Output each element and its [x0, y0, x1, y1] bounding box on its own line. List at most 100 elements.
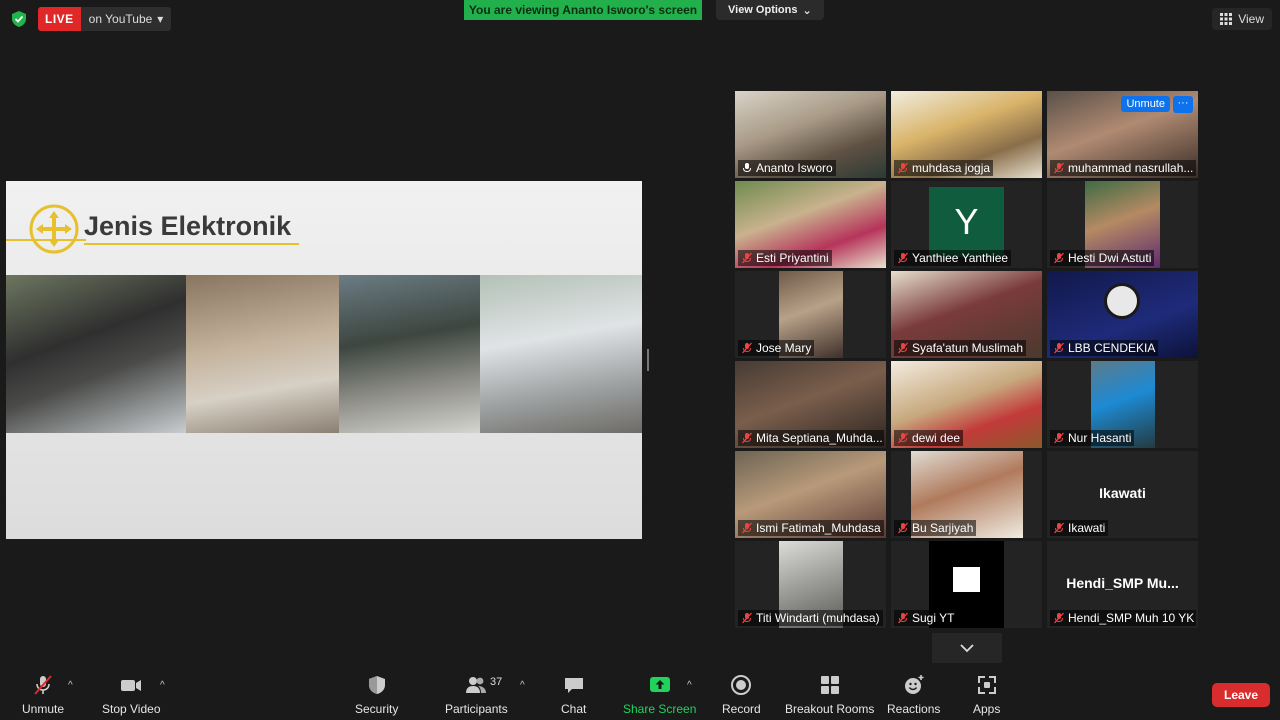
muted-mic-icon	[898, 342, 908, 354]
muted-mic-icon	[1054, 612, 1064, 624]
participant-name: Mita Septiana_Muhda...	[756, 431, 883, 445]
participant-avatar: Y	[929, 187, 1004, 257]
participant-name: LBB CENDEKIA	[1068, 341, 1156, 355]
participant-tile[interactable]: Esti Priyantini	[735, 181, 886, 268]
audio-options-caret[interactable]: ^	[68, 680, 73, 691]
stop-video-label: Stop Video	[102, 702, 161, 716]
participants-icon	[466, 677, 487, 693]
obs-logo-icon	[1104, 283, 1140, 319]
view-options-button[interactable]: View Options ⌄	[716, 0, 824, 20]
participant-name-bar: Yanthiee Yanthiee	[894, 250, 1012, 266]
breakout-rooms-icon	[820, 676, 839, 694]
slide-title: Jenis Elektronik	[84, 211, 292, 241]
participant-name-bar: Bu Sarjiyah	[894, 520, 977, 536]
photo-refrigerators	[480, 275, 642, 433]
apps-icon	[977, 676, 996, 694]
participant-name-bar: dewi dee	[894, 430, 964, 446]
leave-button[interactable]: Leave	[1212, 683, 1270, 707]
muted-mic-icon	[742, 432, 752, 444]
chat-label: Chat	[561, 702, 587, 716]
participant-tile[interactable]: Mita Septiana_Muhda...	[735, 361, 886, 448]
share-options-caret[interactable]: ^	[687, 680, 692, 691]
host-mic-icon	[743, 163, 751, 173]
participant-name: muhdasa jogja	[912, 161, 991, 175]
apps-button[interactable]: Apps	[973, 674, 1000, 716]
unmute-button[interactable]: Unmute	[22, 674, 64, 716]
participant-tile[interactable]: Bu Sarjiyah	[891, 451, 1042, 538]
participant-name-bar: Ismi Fatimah_Muhdasa	[738, 520, 884, 536]
chat-button[interactable]: Chat	[561, 674, 586, 716]
participant-tile[interactable]: Ismi Fatimah_Muhdasa	[735, 451, 886, 538]
participant-name: Ikawati	[1068, 521, 1106, 535]
security-shield-icon[interactable]	[10, 10, 28, 28]
video-placeholder-square	[953, 567, 980, 592]
shared-screen[interactable]: Jenis Elektronik	[6, 181, 642, 539]
participant-tile[interactable]: Hendi_SMP Mu... Hendi_SMP Muh 10 YK	[1047, 541, 1198, 628]
participant-more-button[interactable]: ···	[1173, 96, 1193, 113]
participant-name: Titi Windarti (muhdasa)	[756, 611, 880, 625]
participant-name: Sugi YT	[912, 611, 955, 625]
move-arrows-logo-icon	[29, 204, 79, 254]
breakout-rooms-label: Breakout Rooms	[785, 702, 875, 716]
participant-tile[interactable]: Nur Hasanti	[1047, 361, 1198, 448]
participant-tile[interactable]: Syafa'atun Muslimah	[891, 271, 1042, 358]
stop-video-button[interactable]: Stop Video	[102, 674, 161, 716]
live-indicator[interactable]: LIVE on YouTube ▾	[38, 7, 172, 31]
participant-tile[interactable]: dewi dee	[891, 361, 1042, 448]
participant-name-bar: Mita Septiana_Muhda...	[738, 430, 884, 446]
muted-mic-icon	[34, 675, 52, 695]
participant-tile[interactable]: Unmute ··· muhammad nasrullah...	[1047, 91, 1198, 178]
participant-tile[interactable]: Titi Windarti (muhdasa)	[735, 541, 886, 628]
top-bar: LIVE on YouTube ▾ You are viewing Ananto…	[0, 0, 1280, 40]
participants-label: Participants	[445, 702, 508, 716]
participant-name-bar: muhammad nasrullah...	[1050, 160, 1196, 176]
participant-tile[interactable]: muhdasa jogja	[891, 91, 1042, 178]
chevron-down-icon: ⌄	[802, 4, 812, 17]
participant-tile[interactable]: Sugi YT	[891, 541, 1042, 628]
view-button-label: View	[1238, 12, 1264, 26]
photo-standing-fans	[339, 275, 480, 433]
view-options-label: View Options	[728, 4, 798, 16]
record-button[interactable]: Record	[722, 674, 761, 716]
live-tag: LIVE	[38, 7, 81, 31]
live-target[interactable]: on YouTube ▾	[80, 7, 172, 31]
participants-count: 37	[490, 676, 503, 688]
participant-name: Yanthiee Yanthiee	[912, 251, 1009, 265]
breakout-rooms-button[interactable]: Breakout Rooms	[785, 674, 874, 716]
participants-options-caret[interactable]: ^	[520, 680, 525, 691]
muted-mic-icon	[898, 432, 908, 444]
video-options-caret[interactable]: ^	[160, 680, 165, 691]
participant-tile[interactable]: Ananto Isworo	[735, 91, 886, 178]
participant-tile[interactable]: Hesti Dwi Astuti	[1047, 181, 1198, 268]
participant-tile[interactable]: Jose Mary	[735, 271, 886, 358]
muted-mic-icon	[898, 162, 908, 174]
participant-name: muhammad nasrullah...	[1068, 161, 1194, 175]
participant-name: Esti Priyantini	[756, 251, 829, 265]
participant-display-name: Ikawati	[1099, 485, 1146, 501]
split-resize-handle[interactable]	[647, 349, 649, 371]
participant-name-bar: Ananto Isworo	[738, 160, 836, 176]
participant-unmute-button[interactable]: Unmute	[1121, 96, 1170, 112]
participant-name: Hendi_SMP Muh 10 YK	[1068, 611, 1195, 625]
viewing-screen-banner: You are viewing Ananto Isworo's screen	[464, 0, 702, 20]
reactions-label: Reactions	[887, 702, 941, 716]
participant-name: Bu Sarjiyah	[912, 521, 974, 535]
participant-tile[interactable]: Ikawati Ikawati	[1047, 451, 1198, 538]
photo-crt-tv	[6, 275, 186, 433]
participant-name: Nur Hasanti	[1068, 431, 1132, 445]
reactions-button[interactable]: Reactions	[887, 674, 940, 716]
view-button[interactable]: View	[1212, 8, 1272, 30]
participant-name-bar: muhdasa jogja	[894, 160, 994, 176]
muted-mic-icon	[1054, 342, 1064, 354]
participant-display-name: Hendi_SMP Mu...	[1066, 575, 1179, 591]
participant-name: Jose Mary	[756, 341, 812, 355]
video-camera-icon	[121, 680, 142, 691]
next-page-button[interactable]	[932, 633, 1002, 663]
participant-tile[interactable]: LBB CENDEKIA	[1047, 271, 1198, 358]
live-target-label: on YouTube	[88, 12, 153, 26]
photo-washing-machine	[186, 275, 339, 433]
participant-tile[interactable]: Y Yanthiee Yanthiee	[891, 181, 1042, 268]
share-screen-button[interactable]: Share Screen	[623, 674, 696, 716]
security-button[interactable]: Security	[355, 674, 398, 716]
participant-name-bar: Syafa'atun Muslimah	[894, 340, 1027, 356]
